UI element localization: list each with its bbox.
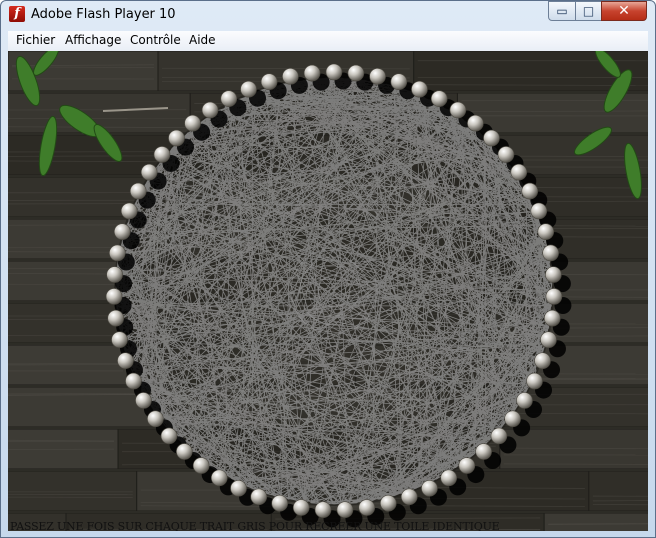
pin[interactable]: [347, 64, 365, 82]
pin[interactable]: [540, 331, 557, 349]
pin[interactable]: [325, 63, 343, 81]
pin[interactable]: [504, 410, 521, 428]
pin[interactable]: [147, 410, 164, 428]
pin[interactable]: [483, 129, 500, 147]
pin[interactable]: [140, 163, 158, 181]
game-canvas[interactable]: [8, 51, 648, 531]
minimize-icon: ▭: [556, 4, 568, 18]
pin[interactable]: [542, 244, 559, 262]
pin[interactable]: [106, 266, 123, 283]
pin[interactable]: [282, 68, 299, 85]
pin[interactable]: [117, 352, 134, 370]
flash-player-window: f Adobe Flash Player 10 ▭ □ ✕ Fichier Af…: [0, 0, 656, 538]
pin[interactable]: [220, 90, 238, 107]
menu-bar: Fichier Affichage Contrôle Aide: [8, 31, 648, 52]
pin[interactable]: [271, 494, 289, 512]
menu-affichage[interactable]: Affichage: [65, 33, 121, 47]
pin[interactable]: [516, 392, 533, 409]
pin[interactable]: [111, 331, 128, 349]
pin[interactable]: [135, 392, 152, 409]
pin[interactable]: [526, 372, 543, 390]
pin[interactable]: [250, 488, 268, 506]
pin[interactable]: [336, 501, 354, 519]
title-bar[interactable]: f Adobe Flash Player 10 ▭ □ ✕: [1, 1, 655, 29]
pin[interactable]: [260, 73, 278, 91]
pin[interactable]: [440, 469, 458, 487]
menu-fichier[interactable]: Fichier: [16, 33, 55, 47]
pin[interactable]: [240, 80, 257, 98]
game-stage[interactable]: PASSEZ UNE FOIS SUR CHAQUE TRAIT GRIS PO…: [8, 51, 648, 531]
pin[interactable]: [129, 182, 147, 200]
pin[interactable]: [458, 457, 476, 474]
close-icon: ✕: [618, 3, 630, 19]
pin[interactable]: [390, 73, 408, 91]
pin[interactable]: [168, 129, 185, 147]
pin[interactable]: [292, 499, 310, 516]
pin[interactable]: [192, 457, 210, 474]
pin[interactable]: [467, 114, 484, 132]
pin[interactable]: [534, 352, 551, 370]
pin[interactable]: [510, 163, 528, 181]
pin[interactable]: [411, 80, 428, 98]
pin[interactable]: [545, 266, 562, 283]
pin[interactable]: [358, 499, 376, 516]
pin[interactable]: [490, 427, 508, 445]
wood-plank: [543, 512, 648, 531]
pin[interactable]: [497, 146, 515, 163]
pin[interactable]: [537, 223, 555, 240]
pin[interactable]: [113, 223, 131, 240]
pin[interactable]: [303, 64, 321, 82]
pin[interactable]: [210, 469, 228, 487]
pin[interactable]: [400, 488, 418, 506]
pin[interactable]: [160, 427, 178, 445]
pin[interactable]: [109, 244, 126, 262]
window-title: Adobe Flash Player 10: [31, 7, 176, 22]
pin[interactable]: [543, 309, 561, 327]
pin[interactable]: [125, 372, 142, 390]
instruction-text: PASSEZ UNE FOIS SUR CHAQUE TRAIT GRIS PO…: [10, 520, 500, 531]
pin[interactable]: [184, 114, 201, 132]
maximize-icon: □: [582, 4, 595, 18]
pin[interactable]: [230, 480, 247, 497]
wood-plank: [8, 470, 138, 512]
maximize-button[interactable]: □: [575, 1, 602, 21]
flash-icon: f: [9, 6, 25, 22]
pin[interactable]: [530, 202, 548, 220]
pin[interactable]: [201, 101, 219, 119]
pin[interactable]: [107, 309, 125, 327]
pin[interactable]: [521, 182, 539, 200]
pin[interactable]: [545, 288, 563, 305]
pin[interactable]: [105, 288, 123, 305]
pin[interactable]: [421, 480, 438, 497]
wood-plank: [8, 260, 123, 302]
minimize-button[interactable]: ▭: [548, 1, 576, 21]
pin[interactable]: [430, 90, 448, 107]
pin[interactable]: [369, 68, 386, 85]
pin[interactable]: [475, 443, 492, 460]
close-button[interactable]: ✕: [601, 1, 647, 21]
pin[interactable]: [176, 443, 193, 460]
pin[interactable]: [314, 501, 332, 519]
pin[interactable]: [153, 146, 171, 163]
menu-aide[interactable]: Aide: [189, 33, 216, 47]
pin[interactable]: [120, 202, 138, 220]
menu-controle[interactable]: Contrôle: [130, 33, 181, 47]
pin[interactable]: [449, 101, 467, 119]
pin[interactable]: [379, 494, 397, 512]
